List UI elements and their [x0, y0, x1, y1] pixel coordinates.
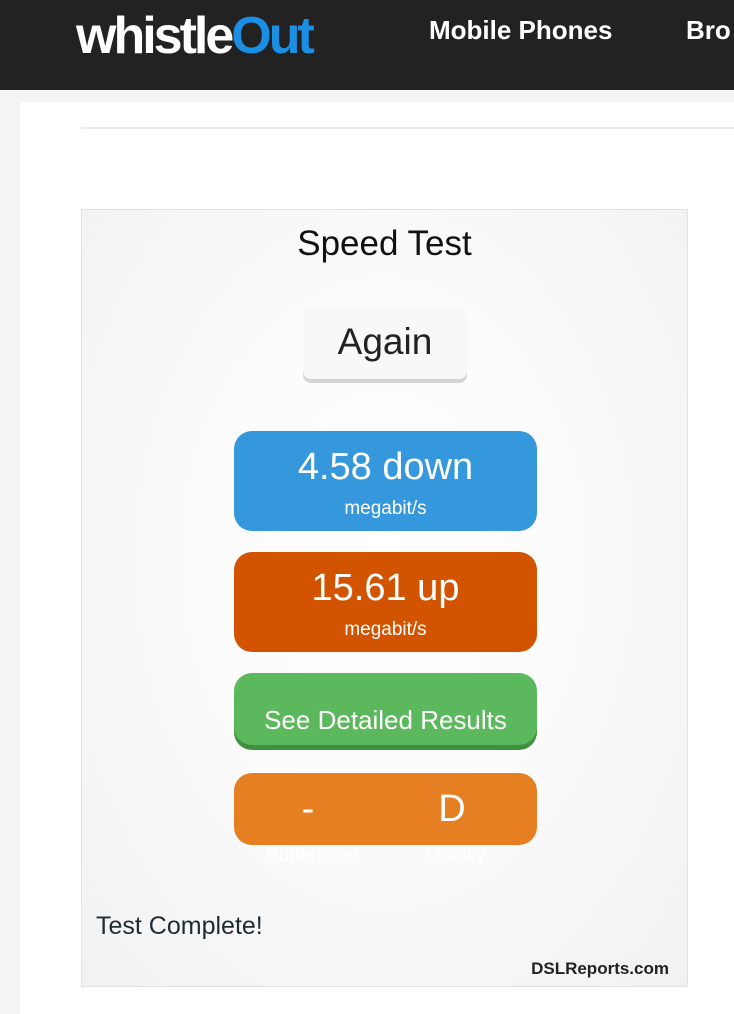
bufferbloat-label: Bufferbloat: [266, 845, 358, 866]
whistleout-logo[interactable]: whistleOut: [76, 0, 315, 65]
nav-broadband[interactable]: Bro: [686, 13, 731, 47]
nav-mobile-phones[interactable]: Mobile Phones: [429, 13, 612, 47]
top-navbar: whistleOut Mobile Phones Bro: [0, 0, 734, 90]
speed-test-widget: Speed Test Again 4.58 down megabit/s 15.…: [81, 209, 688, 987]
see-detailed-results-button[interactable]: See Detailed Results: [234, 673, 537, 745]
content-divider: [81, 127, 734, 129]
download-unit: megabit/s: [344, 498, 427, 519]
test-status: Test Complete!: [96, 912, 263, 940]
upload-unit: megabit/s: [344, 619, 427, 640]
upload-result: 15.61 up megabit/s: [234, 552, 537, 652]
logo-text-out: Out: [231, 7, 315, 65]
download-value: 4.58 down: [297, 446, 474, 488]
speed-test-title: Speed Test: [297, 224, 472, 263]
quality-label: Quality: [426, 845, 486, 866]
logo-text-whistle: whistle: [76, 7, 234, 65]
quality-grade: D: [438, 788, 466, 830]
dslreports-credit-link[interactable]: DSLReports.com: [531, 958, 669, 980]
upload-value: 15.61 up: [311, 567, 460, 609]
download-result: 4.58 down megabit/s: [234, 431, 537, 531]
again-button[interactable]: Again: [303, 307, 467, 379]
bufferbloat-grade: -: [301, 788, 315, 830]
grade-result: - D Bufferbloat Quality: [234, 773, 537, 866]
